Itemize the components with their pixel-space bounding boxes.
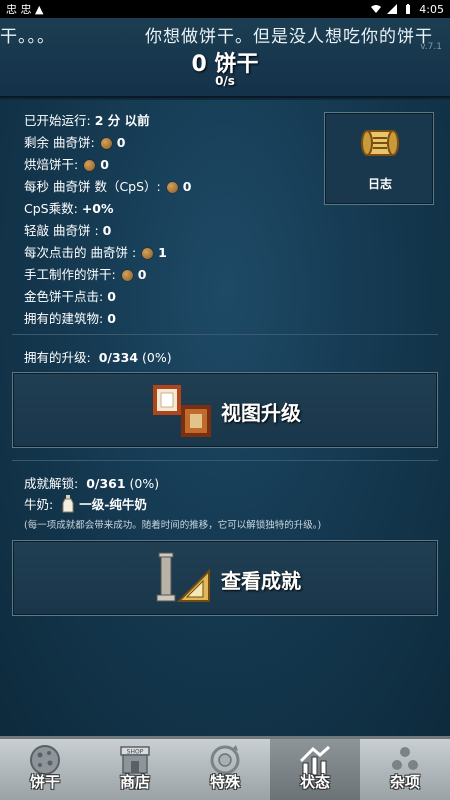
stat-line: 拥有的建筑物: 0 [24, 311, 116, 326]
milk-bottle-icon [62, 494, 74, 512]
tab-special[interactable]: 特殊 [180, 739, 270, 800]
ticker-text-right: 你想做饼干。但是没人想吃你的饼干 [145, 27, 433, 47]
tab-label: 饼干 [29, 773, 60, 791]
ticker-text-left: 干。。。 [0, 27, 55, 47]
cookie-icon [142, 247, 154, 259]
tab-stats[interactable]: 状态 [270, 739, 360, 800]
battery-icon [406, 4, 411, 14]
tab-shop[interactable]: SHOP 商店 [90, 739, 180, 800]
stat-line: 每秒 曲奇饼 数（CpS）: 0 [24, 179, 192, 194]
view-upgrades-label: 视图升级 [221, 401, 301, 425]
tab-label: 杂项 [389, 773, 420, 791]
cookies-per-second: 0/s [215, 74, 235, 88]
scroll-icon [361, 130, 399, 156]
wifi-icon [371, 5, 382, 13]
log-button[interactable]: 日志 [324, 112, 434, 205]
status-left: 忠 忠 ▲ [6, 1, 43, 17]
stat-line: 每次点击的 曲奇饼 :1 [24, 245, 167, 260]
notification-icons: 忠 忠 ▲ [6, 3, 44, 16]
divider [12, 460, 438, 461]
stat-line: CpS乘数: +0% [24, 201, 114, 216]
stats-panel: 已开始运行: 2 分 以前 剩余 曲奇饼: 0 烘焙饼干: 0 每秒 曲奇饼 数（Cp… [0, 100, 450, 736]
signal-icon [387, 4, 398, 14]
system-status-bar: 忠 忠 ▲ 4:05 [0, 0, 450, 18]
cookie-icon [100, 137, 112, 149]
cookie-header: 干。。。 你想做饼干。但是没人想吃你的饼干 v.7.1 0 饼干 0/s [0, 18, 450, 98]
tab-label: 特殊 [209, 773, 240, 791]
stat-line: 已开始运行: 2 分 以前 [24, 113, 150, 128]
stat-line: 金色饼干点击: 0 [24, 289, 116, 304]
stat-line: 烘焙饼干: 0 [24, 157, 109, 172]
general-stats: 已开始运行: 2 分 以前 剩余 曲奇饼: 0 烘焙饼干: 0 每秒 曲奇饼 数（Cp… [24, 110, 324, 330]
bottom-tab-bar: 饼干 SHOP 商店 特殊 状态 杂项 [0, 736, 450, 800]
achievements-unlocked: 成就解锁: 0/361 (0%) [24, 476, 160, 491]
cookie-icon [121, 269, 133, 281]
stat-line: 剩余 曲奇饼: 0 [24, 135, 126, 150]
trophy-pillar-icon [156, 552, 210, 602]
log-label: 日志 [367, 177, 392, 191]
clock: 4:05 [419, 2, 444, 16]
cookie-icon [166, 181, 178, 193]
status-right: 4:05 [371, 3, 444, 16]
tab-label: 商店 [119, 773, 150, 791]
news-ticker[interactable]: 干。。。 你想做饼干。但是没人想吃你的饼干 [0, 22, 450, 47]
stat-line: 轻敲 曲奇饼 :0 [24, 223, 112, 238]
cookie-icon [84, 159, 96, 171]
upgrades-owned: 拥有的升级: 0/334 (0%) [24, 350, 172, 365]
view-achievements-label: 查看成就 [221, 569, 301, 593]
divider [12, 334, 438, 335]
tab-misc[interactable]: 杂项 [360, 739, 450, 800]
tab-label: 状态 [299, 773, 330, 791]
view-upgrades-button[interactable]: 视图升级 [12, 372, 438, 448]
upgrade-frames-icon [153, 385, 211, 437]
view-achievements-button[interactable]: 查看成就 [12, 540, 438, 616]
tab-cookie[interactable]: 饼干 [0, 739, 90, 800]
milk-line: 牛奶: 一级-纯牛奶 [24, 494, 147, 513]
stat-line: 手工制作的饼干: 0 [24, 267, 147, 282]
achievement-note: (每一项成就都会带来成功。随着时间的推移，它可以解锁独特的升级。) [24, 520, 322, 531]
